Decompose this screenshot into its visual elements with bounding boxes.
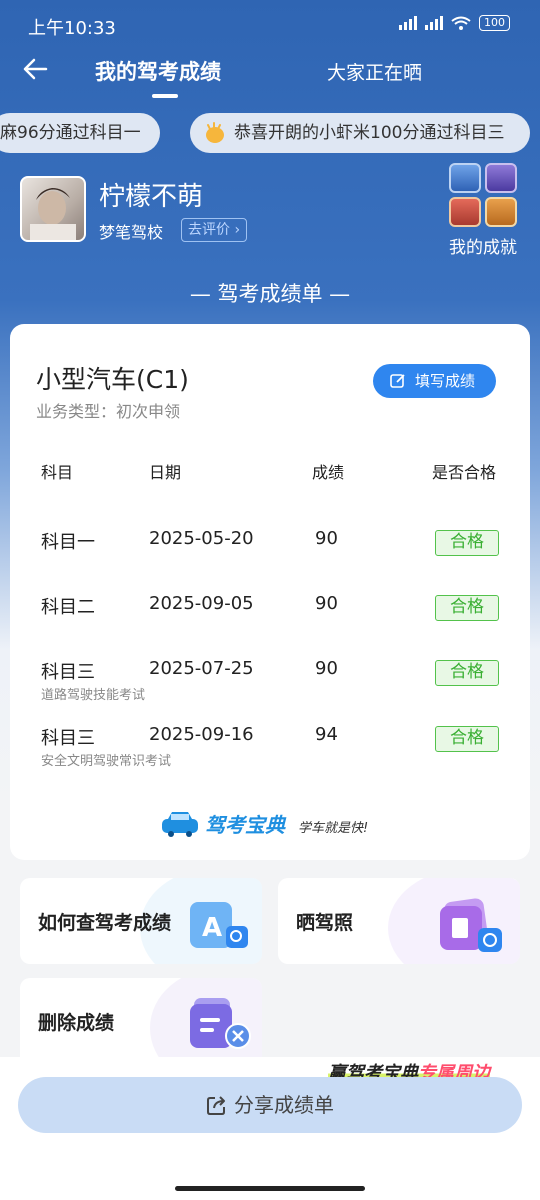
row-date: 2025-07-25 [149, 658, 254, 679]
pass-badge: 合格 [435, 595, 499, 621]
ticker-text: 恭喜开朗的小虾米100分通过科目三 [234, 123, 505, 143]
table-row: 科目三 2025-09-16 94 合格 安全文明驾驶常识考试 [10, 724, 530, 784]
col-header-pass: 是否合格 [432, 463, 497, 482]
driving-school: 梦笔驾校 [99, 223, 164, 242]
how-to-query-card[interactable]: 如何查驾考成绩 A [20, 878, 262, 964]
back-arrow-icon[interactable] [20, 54, 50, 84]
score-card: 小型汽车(C1) 业务类型：初次申领 填写成绩 科目 日期 成绩 是否合格 科目… [10, 324, 530, 860]
tab-active-indicator [152, 94, 178, 98]
rate-school-button[interactable]: 去评价 › [181, 218, 248, 242]
table-row: 科目一 2025-05-20 90 合格 [10, 528, 530, 588]
delete-score-card[interactable]: 删除成绩 [20, 978, 262, 1068]
col-header-date: 日期 [149, 463, 182, 482]
status-time: 上午10:33 [28, 18, 116, 39]
how-to-query-label: 如何查驾考成绩 [38, 912, 172, 934]
tab-my-scores[interactable]: 我的驾考成绩 [95, 56, 221, 86]
section-title: — 驾考成绩单 — [189, 282, 351, 306]
fill-score-label: 填写成绩 [415, 372, 476, 390]
delete-score-label: 删除成绩 [38, 1012, 115, 1034]
ticker-item: 恭喜开朗的小虾米100分通过科目三 [190, 113, 530, 153]
row-note: 安全文明驾驶常识考试 [41, 754, 172, 769]
row-score: 90 [315, 528, 338, 549]
edit-icon [390, 374, 405, 388]
battery-indicator: 100 [479, 15, 510, 31]
brand-name: 驾考宝典 [205, 813, 285, 837]
show-license-card[interactable]: 晒驾照 [278, 878, 520, 964]
delete-icon [190, 998, 251, 1049]
business-type: 业务类型：初次申领 [36, 402, 181, 421]
badge-icon [485, 163, 517, 193]
row-date: 2025-09-16 [149, 724, 254, 745]
row-score: 94 [315, 724, 338, 745]
row-subject: 科目三 [41, 728, 95, 749]
badge-icon [449, 197, 481, 227]
home-indicator[interactable] [175, 1186, 365, 1191]
clapping-hands-icon [206, 122, 224, 143]
car-logo-icon [162, 812, 198, 837]
photo-icon [440, 898, 502, 952]
table-row: 科目三 2025-07-25 90 合格 道路驾驶技能考试 [10, 658, 530, 718]
brand-slogan: 学车就是快! [298, 821, 369, 836]
row-score: 90 [315, 658, 338, 679]
achievement-badges[interactable] [449, 163, 519, 229]
wifi-icon [451, 16, 471, 30]
signal-icon [399, 16, 417, 30]
status-bar: 上午10:33 100 [0, 0, 540, 48]
pass-badge: 合格 [435, 726, 499, 752]
row-subject: 科目二 [41, 597, 95, 618]
row-date: 2025-05-20 [149, 528, 254, 549]
col-header-subject: 科目 [41, 463, 74, 482]
col-header-score: 成绩 [312, 463, 345, 482]
license-type: 小型汽车(C1) [36, 365, 189, 394]
table-row: 科目二 2025-09-05 90 合格 [10, 593, 530, 653]
row-subject: 科目一 [41, 532, 95, 553]
brand-logo: 驾考宝典 学车就是快! [160, 809, 380, 841]
row-subject: 科目三 [41, 662, 95, 683]
avatar[interactable] [20, 176, 86, 242]
svg-text:A: A [202, 913, 222, 943]
badge-icon [485, 197, 517, 227]
my-achievements-link[interactable]: 我的成就 [449, 233, 517, 258]
rate-label: 去评价 [188, 222, 230, 238]
share-label: 分享成绩单 [234, 1093, 334, 1117]
pass-badge: 合格 [435, 660, 499, 686]
row-score: 90 [315, 593, 338, 614]
signal-icon-2 [425, 16, 443, 30]
tab-everyone-sharing[interactable]: 大家正在晒 [327, 58, 422, 85]
ticker-item: 麻96分通过科目一 [0, 113, 160, 153]
pass-badge: 合格 [435, 530, 499, 556]
show-license-label: 晒驾照 [296, 912, 354, 934]
row-note: 道路驾驶技能考试 [41, 688, 146, 703]
row-date: 2025-09-05 [149, 593, 254, 614]
fill-score-button[interactable]: 填写成绩 [373, 364, 496, 398]
congrats-ticker: 麻96分通过科目一 恭喜开朗的小虾米100分通过科目三 [0, 113, 540, 153]
user-name: 柠檬不萌 [99, 182, 204, 212]
badge-icon [449, 163, 481, 193]
query-icon: A [190, 902, 248, 948]
share-scorecard-button[interactable]: 分享成绩单 [18, 1077, 522, 1133]
share-icon [207, 1096, 225, 1115]
header: 我的驾考成绩 大家正在晒 [0, 48, 540, 100]
